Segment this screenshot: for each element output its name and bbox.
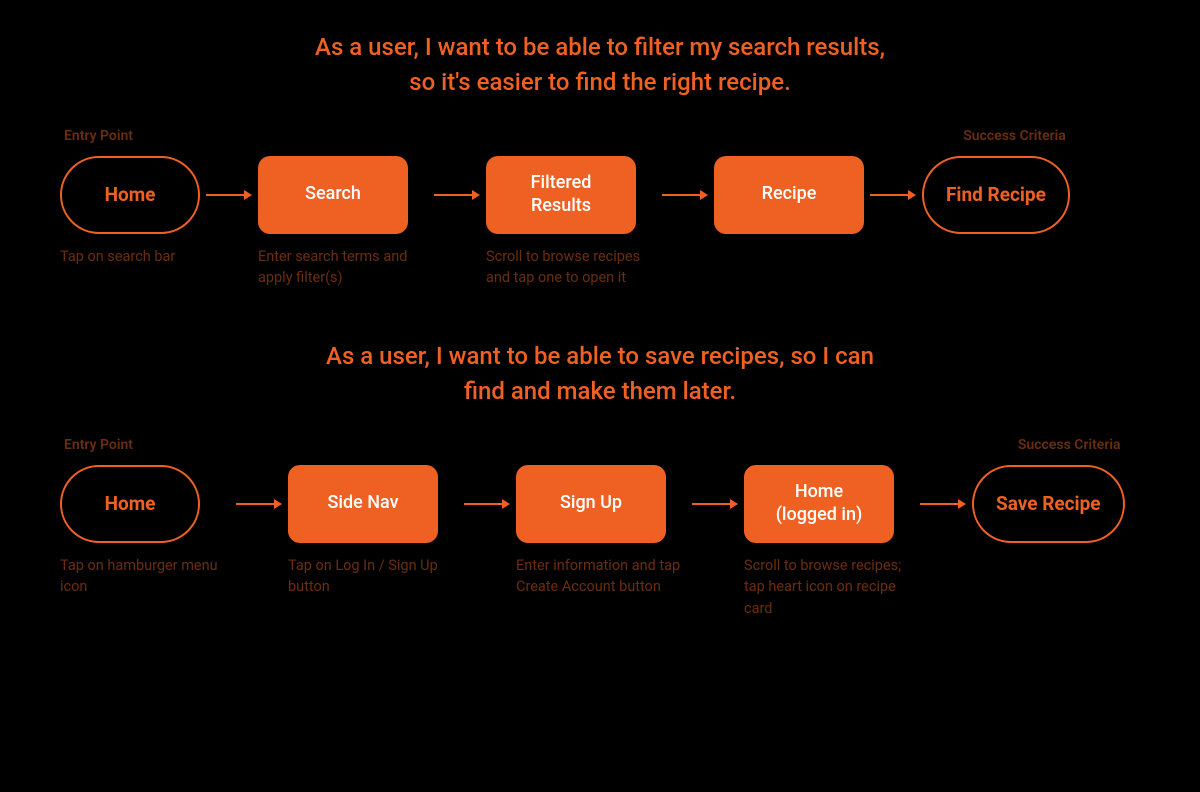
arrow-right-icon <box>920 497 966 511</box>
flow-step: Side Nav <box>288 465 438 543</box>
node-row: Sign Up <box>516 465 686 543</box>
success-criteria-label: Success Criteria <box>922 128 1070 146</box>
flow-step: Recipe <box>714 156 864 234</box>
flow-column: Success Criteria Save Recipe <box>972 437 1125 543</box>
arrow-right-icon <box>236 497 282 511</box>
header-spacer <box>458 437 516 455</box>
flow-column: Entry Point Home Tap on hamburger menu ico… <box>60 437 230 599</box>
header-spacer <box>200 128 258 146</box>
arrow-cell <box>230 465 288 543</box>
arrow-column <box>230 437 288 543</box>
header-spacer <box>914 437 972 455</box>
arrow-right-icon <box>692 497 738 511</box>
arrow-column <box>864 128 922 234</box>
flow-step: FilteredResults <box>486 156 636 234</box>
step-description: Enter search terms and apply filter(s) <box>258 246 428 290</box>
header-spacer <box>714 128 864 146</box>
flow-column: Recipe <box>714 128 864 234</box>
user-story: As a user, I want to be able to save rec… <box>60 339 1140 620</box>
flow-column: Side Nav Tap on Log In / Sign Up button <box>288 437 458 599</box>
flow-column: Home(logged in) Scroll to browse recipes;… <box>744 437 914 620</box>
flow-step: Sign Up <box>516 465 666 543</box>
flow-column: Sign Up Enter information and tap Create … <box>516 437 686 599</box>
header-spacer <box>656 128 714 146</box>
flow-step: Search <box>258 156 408 234</box>
user-story: As a user, I want to be able to filter m… <box>60 30 1140 289</box>
arrow-right-icon <box>870 188 916 202</box>
header-spacer <box>258 128 428 146</box>
node-row: Home(logged in) <box>744 465 914 543</box>
node-row: Save Recipe <box>972 465 1125 543</box>
story-title: As a user, I want to be able to filter m… <box>250 30 950 100</box>
flow-terminal: Save Recipe <box>972 465 1125 543</box>
header-spacer <box>516 437 686 455</box>
flow-row: Entry Point Home Tap on hamburger menu ico… <box>60 437 1140 620</box>
arrow-cell <box>864 156 922 234</box>
flow-column: Success Criteria Find Recipe <box>922 128 1070 234</box>
flow-terminal: Home <box>60 465 200 543</box>
step-description: Scroll to browse recipes; tap heart icon… <box>744 555 914 620</box>
arrow-cell <box>686 465 744 543</box>
step-description: Tap on Log In / Sign Up button <box>288 555 458 599</box>
arrow-right-icon <box>464 497 510 511</box>
entry-point-label: Entry Point <box>60 437 230 455</box>
arrow-cell <box>914 465 972 543</box>
node-row: Home <box>60 465 230 543</box>
arrow-column <box>914 437 972 543</box>
step-description: Scroll to browse recipes and tap one to … <box>486 246 656 290</box>
flow-column: FilteredResults Scroll to browse recipes … <box>486 128 656 290</box>
flow-row: Entry Point Home Tap on search bar Search En… <box>60 128 1140 290</box>
arrow-column <box>656 128 714 234</box>
flow-step: Home(logged in) <box>744 465 894 543</box>
node-row: Side Nav <box>288 465 458 543</box>
header-spacer <box>744 437 914 455</box>
story-title: As a user, I want to be able to save rec… <box>250 339 950 409</box>
flow-terminal: Find Recipe <box>922 156 1070 234</box>
arrow-column <box>428 128 486 234</box>
arrow-right-icon <box>662 188 708 202</box>
success-criteria-label: Success Criteria <box>972 437 1125 455</box>
node-row: FilteredResults <box>486 156 656 234</box>
flow-column: Entry Point Home Tap on search bar <box>60 128 200 268</box>
arrow-column <box>458 437 516 543</box>
arrow-cell <box>428 156 486 234</box>
arrow-column <box>200 128 258 234</box>
arrow-right-icon <box>434 188 480 202</box>
header-spacer <box>428 128 486 146</box>
header-spacer <box>288 437 458 455</box>
step-description: Tap on hamburger menu icon <box>60 555 230 599</box>
header-spacer <box>486 128 656 146</box>
arrow-cell <box>458 465 516 543</box>
step-description: Tap on search bar <box>60 246 200 268</box>
arrow-right-icon <box>206 188 252 202</box>
flow-terminal: Home <box>60 156 200 234</box>
entry-point-label: Entry Point <box>60 128 200 146</box>
arrow-cell <box>656 156 714 234</box>
node-row: Recipe <box>714 156 864 234</box>
step-description: Enter information and tap Create Account… <box>516 555 686 599</box>
arrow-cell <box>200 156 258 234</box>
header-spacer <box>686 437 744 455</box>
node-row: Search <box>258 156 428 234</box>
node-row: Find Recipe <box>922 156 1070 234</box>
header-spacer <box>864 128 922 146</box>
arrow-column <box>686 437 744 543</box>
header-spacer <box>230 437 288 455</box>
flow-column: Search Enter search terms and apply filte… <box>258 128 428 290</box>
node-row: Home <box>60 156 200 234</box>
